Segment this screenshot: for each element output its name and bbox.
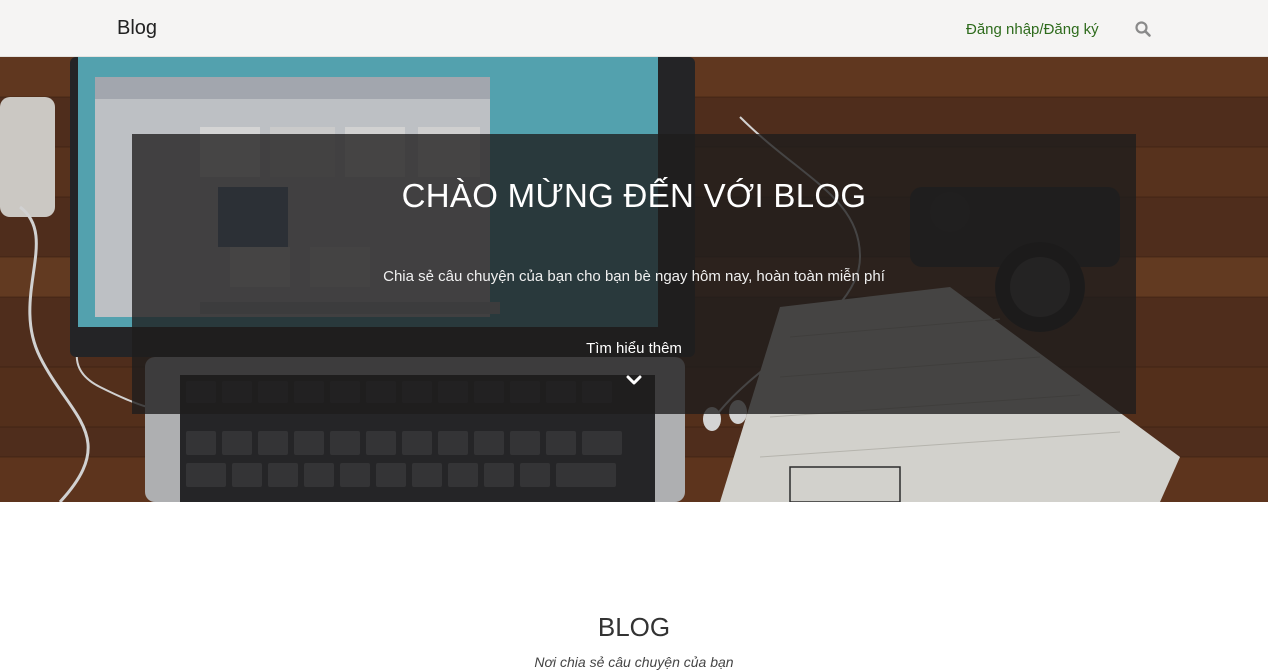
section-title: BLOG [597,612,671,642]
brand-logo-link[interactable]: Blog [117,17,157,40]
hero-banner: CHÀO MỪNG ĐẾN VỚI BLOG Chia sẻ câu chuyệ… [0,57,1268,502]
top-navbar: Blog Đăng nhập/Đăng ký [0,0,1268,57]
chevron-down-icon[interactable] [626,374,642,388]
hero-overlay-panel: CHÀO MỪNG ĐẾN VỚI BLOG Chia sẻ câu chuyệ… [132,134,1136,414]
search-icon[interactable] [1134,20,1152,38]
hero-title: CHÀO MỪNG ĐẾN VỚI BLOG [401,177,867,214]
hero-subtitle: Chia sẻ câu chuyện của bạn cho bạn bè ng… [383,268,885,285]
section-subtitle: Nơi chia sẻ câu chuyện của bạn [534,654,734,670]
learn-more-link[interactable]: Tìm hiểu thêm [132,340,1136,357]
login-register-link[interactable]: Đăng nhập/Đăng ký [966,21,1099,38]
